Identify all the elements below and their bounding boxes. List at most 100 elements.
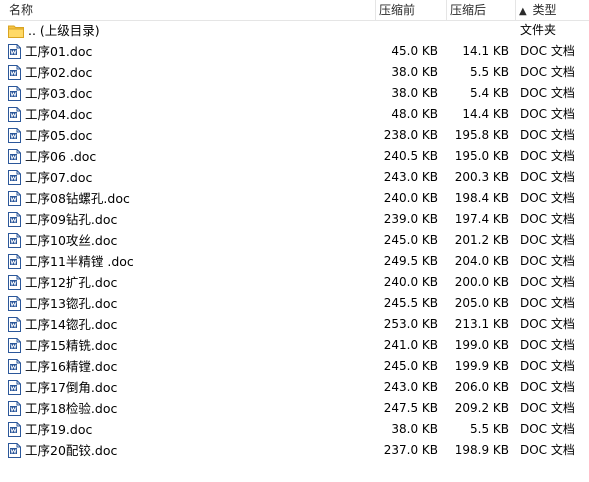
word-doc-icon: [8, 338, 21, 353]
file-row[interactable]: 工序04.doc 48.0 KB 14.4 KB DOC 文档: [0, 104, 589, 125]
file-type: DOC 文档: [520, 443, 575, 457]
file-size-after: 197.4 KB: [454, 212, 509, 226]
file-name: 工序17倒角.doc: [25, 380, 118, 395]
file-row[interactable]: 工序03.doc 38.0 KB 5.4 KB DOC 文档: [0, 83, 589, 104]
file-type: DOC 文档: [520, 401, 575, 415]
file-size-before: 240.0 KB: [383, 191, 438, 205]
word-doc-icon: [8, 65, 21, 80]
file-type: DOC 文档: [520, 212, 575, 226]
file-name-cell: 工序17倒角.doc: [8, 377, 117, 398]
file-size-before: 38.0 KB: [391, 86, 438, 100]
file-name-cell: 工序08钻螺孔.doc: [8, 188, 130, 209]
file-name-cell: 工序03.doc: [8, 83, 92, 104]
column-header-size-before[interactable]: 压缩前: [376, 0, 447, 20]
file-size-before: 240.0 KB: [383, 275, 438, 289]
file-size-after: 206.0 KB: [454, 380, 509, 394]
word-doc-icon: [8, 380, 21, 395]
file-name-cell: 工序01.doc: [8, 41, 92, 62]
file-row[interactable]: 工序13锪孔.doc 245.5 KB 205.0 KB DOC 文档: [0, 293, 589, 314]
file-row[interactable]: 工序11半精镗 .doc 249.5 KB 204.0 KB DOC 文档: [0, 251, 589, 272]
word-doc-icon: [8, 86, 21, 101]
column-header-type[interactable]: ▲ 类型: [516, 0, 589, 20]
file-name-cell: 工序15精铣.doc: [8, 335, 117, 356]
file-row[interactable]: 工序18检验.doc 247.5 KB 209.2 KB DOC 文档: [0, 398, 589, 419]
file-type: DOC 文档: [520, 149, 575, 163]
file-name-cell: 工序12扩孔.doc: [8, 272, 117, 293]
archive-file-list-window: 名称 压缩前 压缩后 ▲ 类型 .. (上级目录) 文件夹 工序01.doc 4…: [0, 0, 589, 482]
file-size-after: 204.0 KB: [454, 254, 509, 268]
file-name: 工序19.doc: [25, 422, 93, 437]
word-doc-icon: [8, 443, 21, 458]
file-size-before: 245.5 KB: [383, 296, 438, 310]
file-name: 工序14锪孔.doc: [25, 317, 118, 332]
file-size-after: 200.3 KB: [454, 170, 509, 184]
file-row[interactable]: 工序09钻孔.doc 239.0 KB 197.4 KB DOC 文档: [0, 209, 589, 230]
file-size-after: 199.9 KB: [454, 359, 509, 373]
file-size-after: 14.4 KB: [462, 107, 509, 121]
file-size-before: 239.0 KB: [383, 212, 438, 226]
word-doc-icon: [8, 401, 21, 416]
file-row[interactable]: 工序16精镗.doc 245.0 KB 199.9 KB DOC 文档: [0, 356, 589, 377]
file-row[interactable]: 工序01.doc 45.0 KB 14.1 KB DOC 文档: [0, 41, 589, 62]
file-row[interactable]: 工序12扩孔.doc 240.0 KB 200.0 KB DOC 文档: [0, 272, 589, 293]
column-header-size-after[interactable]: 压缩后: [447, 0, 516, 20]
file-name: 工序15精铣.doc: [25, 338, 118, 353]
file-row[interactable]: 工序05.doc 238.0 KB 195.8 KB DOC 文档: [0, 125, 589, 146]
parent-directory-row[interactable]: .. (上级目录) 文件夹: [0, 20, 589, 41]
sort-ascending-icon: ▲: [519, 6, 527, 17]
file-size-before: 249.5 KB: [383, 254, 438, 268]
word-doc-icon: [8, 359, 21, 374]
file-type: DOC 文档: [520, 380, 575, 394]
file-name: 工序13锪孔.doc: [25, 296, 118, 311]
file-type: DOC 文档: [520, 86, 575, 100]
file-row[interactable]: 工序19.doc 38.0 KB 5.5 KB DOC 文档: [0, 419, 589, 440]
file-size-after: 14.1 KB: [462, 44, 509, 58]
file-row[interactable]: 工序02.doc 38.0 KB 5.5 KB DOC 文档: [0, 62, 589, 83]
file-type: DOC 文档: [520, 170, 575, 184]
file-type: DOC 文档: [520, 359, 575, 373]
file-type: DOC 文档: [520, 254, 575, 268]
file-name: 工序10攻丝.doc: [25, 233, 118, 248]
file-size-after: 195.8 KB: [454, 128, 509, 142]
parent-directory-type: 文件夹: [520, 23, 557, 37]
word-doc-icon: [8, 422, 21, 437]
file-size-before: 45.0 KB: [391, 44, 438, 58]
file-size-before: 38.0 KB: [391, 422, 438, 436]
file-row[interactable]: 工序06 .doc 240.5 KB 195.0 KB DOC 文档: [0, 146, 589, 167]
file-size-before: 247.5 KB: [383, 401, 438, 415]
file-size-after: 5.5 KB: [470, 65, 509, 79]
file-row[interactable]: 工序07.doc 243.0 KB 200.3 KB DOC 文档: [0, 167, 589, 188]
file-size-before: 253.0 KB: [383, 317, 438, 331]
parent-directory-label: .. (上级目录): [28, 23, 100, 38]
file-row[interactable]: 工序17倒角.doc 243.0 KB 206.0 KB DOC 文档: [0, 377, 589, 398]
file-name: 工序06 .doc: [25, 149, 97, 164]
file-type: DOC 文档: [520, 233, 575, 247]
column-header-size-after-label: 压缩后: [450, 3, 487, 17]
file-name-cell: 工序09钻孔.doc: [8, 209, 117, 230]
file-name-cell: 工序07.doc: [8, 167, 92, 188]
file-row[interactable]: 工序10攻丝.doc 245.0 KB 201.2 KB DOC 文档: [0, 230, 589, 251]
file-row[interactable]: 工序14锪孔.doc 253.0 KB 213.1 KB DOC 文档: [0, 314, 589, 335]
word-doc-icon: [8, 44, 21, 59]
file-name-cell: 工序11半精镗 .doc: [8, 251, 134, 272]
word-doc-icon: [8, 317, 21, 332]
file-row[interactable]: 工序08钻螺孔.doc 240.0 KB 198.4 KB DOC 文档: [0, 188, 589, 209]
file-name: 工序16精镗.doc: [25, 359, 118, 374]
file-name: 工序03.doc: [25, 86, 93, 101]
file-type: DOC 文档: [520, 338, 575, 352]
file-size-after: 209.2 KB: [454, 401, 509, 415]
column-header-name-label: 名称: [9, 3, 34, 17]
file-name-cell: 工序13锪孔.doc: [8, 293, 117, 314]
parent-directory-name-cell: .. (上级目录): [8, 20, 100, 41]
file-size-after: 5.5 KB: [470, 422, 509, 436]
file-size-before: 245.0 KB: [383, 233, 438, 247]
file-row[interactable]: 工序15精铣.doc 241.0 KB 199.0 KB DOC 文档: [0, 335, 589, 356]
file-size-before: 241.0 KB: [383, 338, 438, 352]
file-size-after: 200.0 KB: [454, 275, 509, 289]
file-name: 工序09钻孔.doc: [25, 212, 118, 227]
file-size-before: 245.0 KB: [383, 359, 438, 373]
word-doc-icon: [8, 296, 21, 311]
column-header-name[interactable]: 名称: [6, 0, 376, 20]
file-row[interactable]: 工序20配铰.doc 237.0 KB 198.9 KB DOC 文档: [0, 440, 589, 461]
file-size-after: 205.0 KB: [454, 296, 509, 310]
